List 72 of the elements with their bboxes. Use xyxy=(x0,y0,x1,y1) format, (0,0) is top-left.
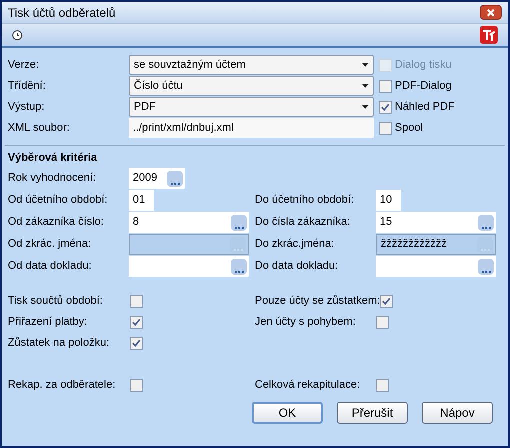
checkbox[interactable] xyxy=(379,80,392,92)
field-label: Rok vyhodnocení: xyxy=(8,171,98,186)
field-label: Do čísla zákazníka: xyxy=(255,215,352,230)
checkbox[interactable] xyxy=(376,379,389,392)
field-value: 8 xyxy=(133,217,140,228)
checkbox-label: Zůstatek na položku: xyxy=(8,336,111,352)
field-value: 15 xyxy=(380,217,392,228)
checkbox[interactable] xyxy=(379,100,392,114)
window-title: Tisk účtů odběratelů xyxy=(8,4,116,22)
close-icon xyxy=(487,8,495,16)
field-label: Od zkrác. jména: xyxy=(8,237,92,252)
logo-icon xyxy=(480,26,498,44)
checkbox-label: Náhled PDF xyxy=(395,100,455,115)
checkbox-label: Celková rekapitulace: xyxy=(255,378,362,394)
field-label: Do účetního období: xyxy=(255,193,356,208)
input-field[interactable]: 2009 xyxy=(129,168,185,189)
clock-icon[interactable] xyxy=(12,30,23,40)
checkbox[interactable] xyxy=(130,337,143,350)
checkbox-label: Spool xyxy=(395,120,424,136)
close-button[interactable] xyxy=(480,5,502,20)
section-title: Výběrová kritéria xyxy=(8,151,98,166)
field-value: 2009 xyxy=(133,173,158,184)
checkmark-icon xyxy=(382,297,392,306)
field-value: 01 xyxy=(133,195,146,206)
checkbox-label: Jen účty s pohybem: xyxy=(255,315,357,330)
checkbox[interactable] xyxy=(130,379,143,392)
field-value: žžžžžžžžžžžž xyxy=(381,239,447,250)
checkbox-label: Tisk součtů období: xyxy=(8,294,104,310)
caret-icon xyxy=(362,105,369,109)
field-label: Do data dokladu: xyxy=(255,259,340,274)
dialog-button[interactable]: Přerušit xyxy=(337,402,408,424)
input-field[interactable]: 15 xyxy=(376,212,496,233)
dialog-button[interactable]: Nápov xyxy=(422,402,493,424)
field-label: Do zkrác.jména: xyxy=(255,237,336,252)
input-field[interactable]: ../print/xml/dnbuj.xml xyxy=(129,118,374,138)
checkbox[interactable] xyxy=(379,122,392,134)
input-field[interactable]: 01 xyxy=(129,190,154,211)
dropdown[interactable]: se souvztažným účtem xyxy=(129,55,374,75)
field-label: Verze: xyxy=(8,58,40,73)
checkbox-label: Přiřazení platby: xyxy=(8,315,88,330)
field-value: 10 xyxy=(380,195,392,206)
caret-icon xyxy=(362,63,369,67)
checkbox[interactable] xyxy=(380,295,394,308)
dialog-button[interactable]: OK xyxy=(252,402,323,424)
browse-button[interactable] xyxy=(167,170,183,186)
input-field[interactable]: 8 xyxy=(129,212,249,233)
input-field[interactable] xyxy=(129,256,249,277)
checkbox-label: Dialog tisku xyxy=(395,58,452,73)
browse-button[interactable] xyxy=(478,214,494,230)
field-label: Od účetního období: xyxy=(8,193,109,208)
field-label: Od zákazníka číslo: xyxy=(8,215,105,230)
checkmark-icon xyxy=(381,102,390,112)
checkmark-icon xyxy=(132,339,141,348)
field-label: XML soubor: xyxy=(8,120,71,136)
checkbox[interactable] xyxy=(130,316,143,329)
input-field[interactable]: 10 xyxy=(376,190,401,211)
browse-button[interactable] xyxy=(231,214,247,230)
field-label: Od data dokladu: xyxy=(8,259,93,274)
checkbox[interactable] xyxy=(130,295,143,308)
checkbox-label: PDF-Dialog xyxy=(395,78,452,94)
checkbox-label: Rekap. za odběratele: xyxy=(8,378,117,394)
browse-button[interactable] xyxy=(231,258,247,274)
checkmark-icon xyxy=(132,318,141,327)
checkbox-label: Pouze účty se zůstatkem: xyxy=(255,294,380,310)
dropdown[interactable]: Číslo účtu xyxy=(129,76,374,96)
browse-button[interactable] xyxy=(478,258,494,274)
checkbox[interactable] xyxy=(376,316,389,329)
field-label: Třídění: xyxy=(8,78,47,94)
caret-icon xyxy=(362,84,369,88)
input-field[interactable] xyxy=(376,256,496,277)
field-label: Výstup: xyxy=(8,100,46,115)
dropdown[interactable]: PDF xyxy=(129,97,374,117)
